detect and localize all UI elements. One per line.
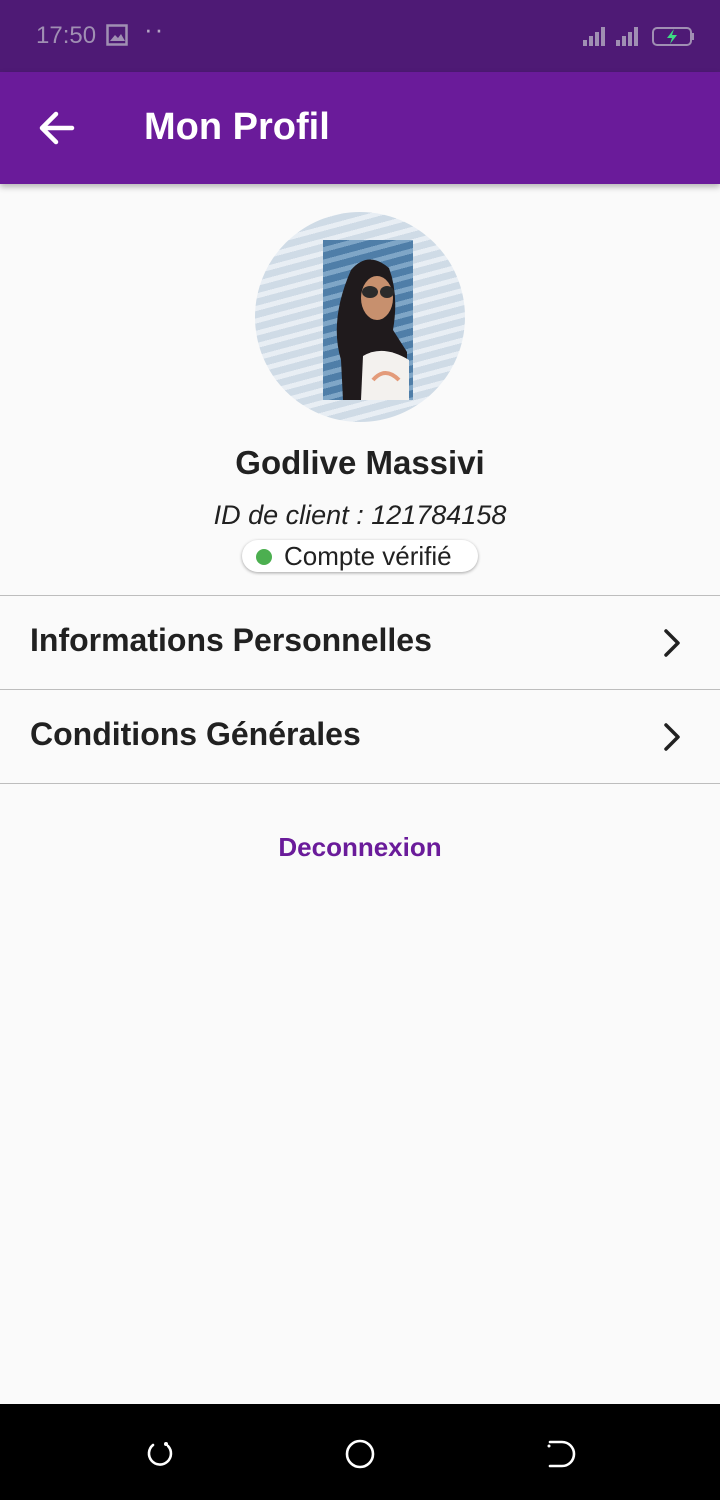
profile-name: Godlive Massivi — [235, 444, 485, 481]
verified-dot-icon — [256, 549, 272, 565]
menu-item-label: Informations Personnelles — [30, 622, 432, 658]
menu-item-conditions-generales[interactable]: Conditions Générales — [0, 689, 720, 783]
avatar — [255, 212, 465, 422]
more-dots-icon: ·· — [144, 14, 166, 44]
signal-icon — [616, 27, 638, 46]
home-icon[interactable] — [344, 1438, 376, 1470]
page-title: Mon Profil — [144, 106, 330, 148]
arrow-back-icon[interactable] — [30, 108, 78, 148]
menu-item-informations-personnelles[interactable]: Informations Personnelles — [0, 595, 720, 689]
verified-label: Compte vérifié — [284, 541, 452, 571]
chevron-right-icon — [664, 723, 680, 751]
menu-item-label: Conditions Générales — [30, 716, 361, 752]
app-bar: Mon Profil — [0, 72, 720, 184]
client-id-value: 121784158 — [371, 500, 507, 530]
battery-charging-icon — [652, 27, 694, 46]
client-id: ID de client : 121784158 — [0, 500, 720, 531]
system-nav-bar — [0, 1404, 720, 1500]
verified-badge: Compte vérifié — [242, 540, 478, 572]
status-time: 17:50 — [36, 22, 97, 49]
image-icon — [106, 24, 128, 46]
logout-button[interactable]: Deconnexion — [0, 832, 720, 863]
recent-apps-icon[interactable] — [144, 1438, 176, 1470]
status-bar: 17:50 ·· — [0, 0, 720, 72]
divider — [0, 783, 720, 784]
client-id-label: ID de client : — [213, 500, 372, 530]
person-silhouette-icon — [336, 259, 409, 400]
chevron-right-icon — [664, 629, 680, 657]
avatar-photo — [323, 240, 413, 400]
back-icon[interactable] — [544, 1438, 576, 1470]
signal-icon — [583, 27, 605, 46]
